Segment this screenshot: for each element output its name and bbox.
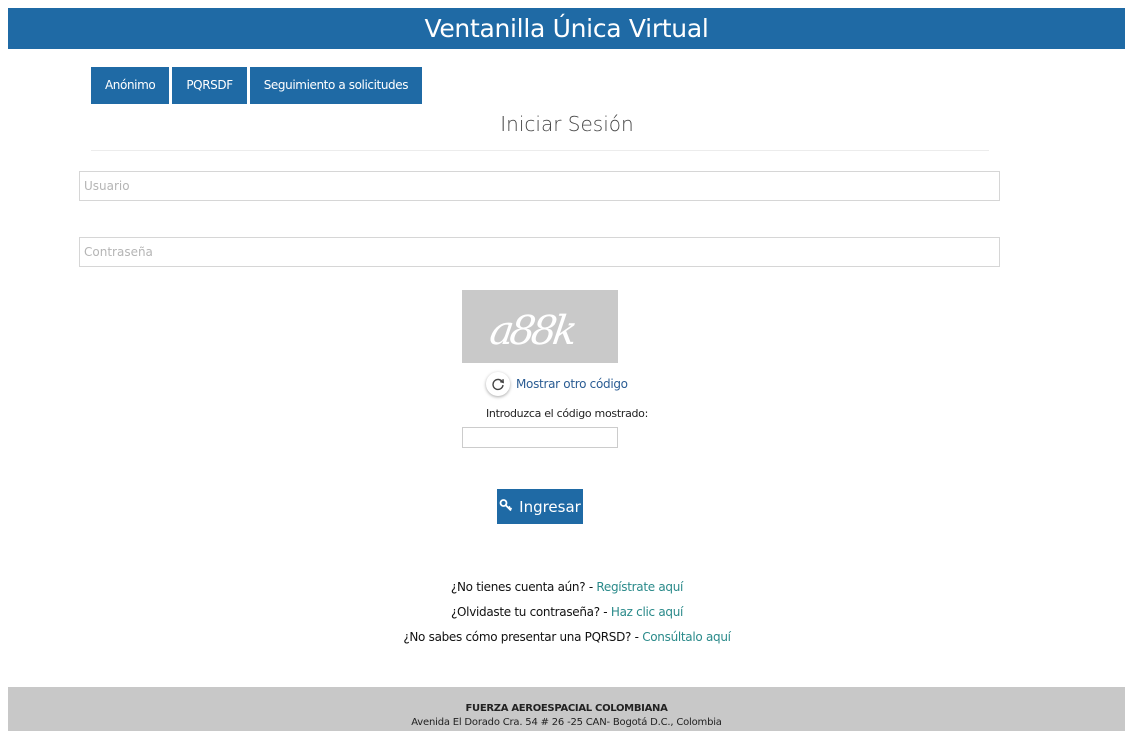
help-link-row-pqrsd: ¿No sabes cómo presentar una PQRSD? - Co…: [0, 626, 1134, 651]
help-link-row-register: ¿No tienes cuenta aún? - Regístrate aquí: [0, 576, 1134, 601]
username-input[interactable]: [79, 171, 1000, 201]
app-header: Ventanilla Única Virtual: [8, 8, 1125, 49]
help-question: ¿No sabes cómo presentar una PQRSD? -: [403, 630, 639, 644]
footer-address: Avenida El Dorado Cra. 54 # 26 -25 CAN- …: [411, 717, 722, 728]
help-links: ¿No tienes cuenta aún? - Regístrate aquí…: [0, 576, 1134, 651]
help-link-row-forgot: ¿Olvidaste tu contraseña? - Haz clic aqu…: [0, 601, 1134, 626]
refresh-captcha-row: Mostrar otro código: [486, 371, 628, 397]
login-title: Iniciar Sesión: [500, 112, 634, 136]
forgot-password-link[interactable]: Haz clic aquí: [611, 605, 683, 619]
title-divider: [91, 150, 989, 151]
footer-org: FUERZA AEROESPACIAL COLOMBIANA: [465, 703, 668, 714]
captcha-image: a88k: [462, 290, 618, 363]
captcha-text: a88k: [487, 308, 579, 354]
password-input[interactable]: [79, 237, 1000, 267]
nav-pqrsdf-button[interactable]: PQRSDF: [172, 67, 247, 104]
register-link[interactable]: Regístrate aquí: [596, 580, 683, 594]
pqrsd-guide-link[interactable]: Consúltalo aquí: [642, 630, 731, 644]
key-icon: [499, 498, 513, 516]
refresh-icon[interactable]: [486, 372, 510, 396]
login-submit-button[interactable]: Ingresar: [497, 489, 583, 524]
page-footer: FUERZA AEROESPACIAL COLOMBIANA Avenida E…: [8, 687, 1125, 731]
nav-anonimo-button[interactable]: Anónimo: [91, 67, 170, 104]
login-submit-label: Ingresar: [519, 497, 581, 516]
captcha-code-input[interactable]: [462, 427, 618, 448]
top-nav: Anónimo PQRSDF Seguimiento a solicitudes: [91, 67, 423, 104]
help-question: ¿Olvidaste tu contraseña? -: [450, 605, 608, 619]
app-title: Ventanilla Única Virtual: [424, 14, 709, 43]
help-question: ¿No tienes cuenta aún? -: [450, 580, 593, 594]
captcha-code-label: Introduzca el código mostrado:: [485, 407, 649, 420]
nav-seguimiento-button[interactable]: Seguimiento a solicitudes: [249, 67, 423, 104]
refresh-captcha-link[interactable]: Mostrar otro código: [516, 377, 628, 391]
